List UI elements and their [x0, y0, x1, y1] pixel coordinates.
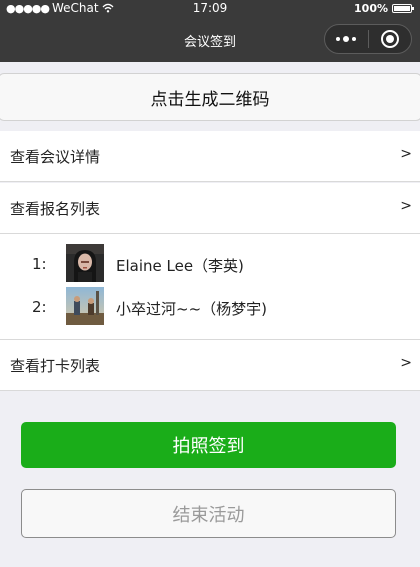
- close-button[interactable]: [369, 25, 412, 53]
- target-circle-icon: [380, 30, 399, 48]
- meeting-details-label: 查看会议详情: [10, 148, 101, 166]
- meeting-details-row[interactable]: 查看会议详情 >: [0, 131, 420, 182]
- status-right: 100%: [354, 2, 414, 15]
- nav-bar: 会议签到: [0, 18, 420, 62]
- chevron-right-icon: >: [400, 146, 412, 162]
- battery-percent: 100%: [354, 2, 388, 15]
- photo-checkin-button[interactable]: 拍照签到: [21, 422, 396, 468]
- checkin-list-label: 查看打卡列表: [10, 357, 101, 375]
- participant-item[interactable]: 2: 小卒过河~~（杨梦宇): [0, 286, 420, 326]
- battery-icon: [392, 4, 414, 13]
- participant-list: 1: Elaine Lee（李英) 2: 小卒过河~~（杨梦宇): [0, 234, 420, 340]
- participant-name: Elaine Lee（李英): [116, 257, 244, 275]
- more-button[interactable]: [325, 25, 368, 53]
- more-dots-icon: [336, 36, 357, 42]
- end-activity-button[interactable]: 结束活动: [21, 489, 396, 538]
- participant-name: 小卒过河~~（杨梦宇): [116, 300, 267, 318]
- status-bar: ●●●●● WeChat 17:09 100%: [0, 0, 420, 18]
- chevron-right-icon: >: [400, 198, 412, 214]
- checkin-list-row[interactable]: 查看打卡列表 >: [0, 340, 420, 391]
- generate-qr-button[interactable]: 点击生成二维码: [0, 73, 420, 121]
- chevron-right-icon: >: [400, 355, 412, 371]
- mini-program-capsule: [324, 24, 412, 54]
- avatar: [66, 244, 104, 282]
- participant-index: 2:: [32, 298, 47, 316]
- participant-index: 1:: [32, 255, 47, 273]
- signup-list-label: 查看报名列表: [10, 200, 101, 218]
- participant-item[interactable]: 1: Elaine Lee（李英): [0, 243, 420, 283]
- signup-list-row[interactable]: 查看报名列表 >: [0, 183, 420, 234]
- avatar: [66, 287, 104, 325]
